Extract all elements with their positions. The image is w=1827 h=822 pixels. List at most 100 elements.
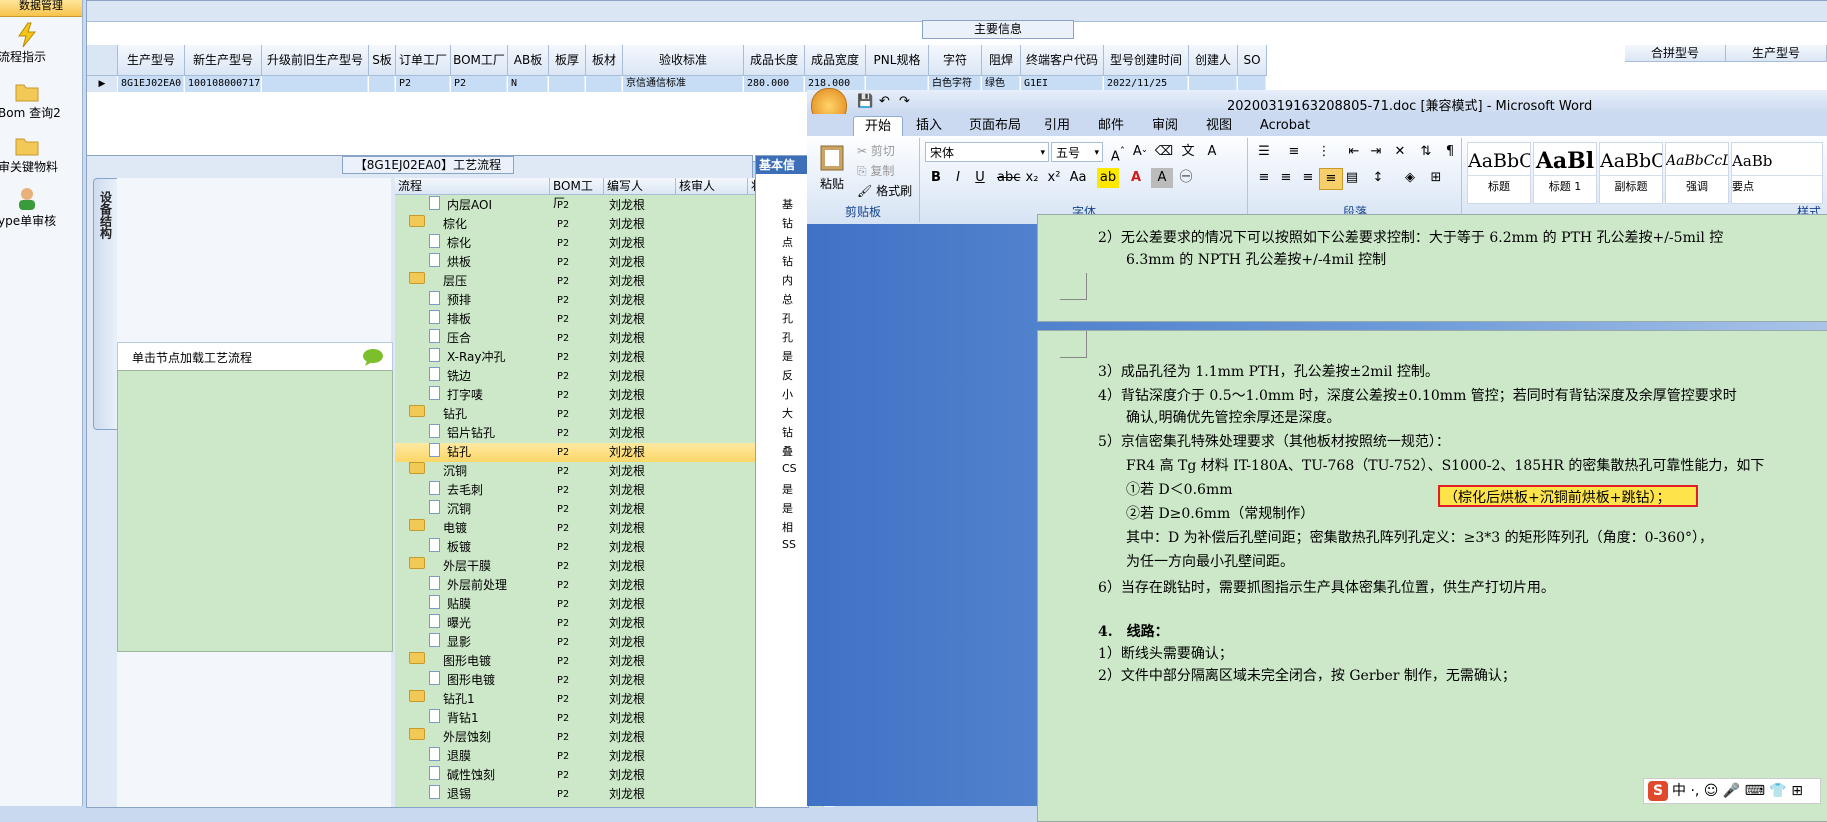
show-marks-icon[interactable]: ¶ [1439,142,1461,162]
document-page-2[interactable]: 3）成品孔径为 1.1mm PTH，孔公差按±2mil 控制。 4）背钻深度介于… [1037,330,1827,822]
table-cell[interactable]: 10010800071714 [185,76,261,92]
bullets-icon[interactable]: ☰ [1253,142,1275,162]
column-header[interactable]: 新生产型号 [185,45,262,76]
subscript-icon[interactable]: x₂ [1021,168,1043,188]
style-emphasis[interactable]: AaBbCcD 强调 [1665,142,1729,204]
table-cell[interactable] [549,76,585,92]
column-header[interactable]: 升级前旧生产型号 [262,45,369,76]
tab-insert[interactable]: 插入 [909,116,949,136]
highlighted-text[interactable]: （棕化后烘板+沉铜前烘板+跳钻）； [1438,485,1698,507]
italic-icon[interactable]: I [947,168,969,188]
table-cell[interactable]: P2 [451,76,507,92]
align-center-icon[interactable]: ≡ [1275,168,1297,188]
font-color-icon[interactable]: A [1125,168,1147,188]
column-header[interactable]: 板厚 [549,45,586,76]
column-header[interactable]: 终端客户代码 [1021,45,1104,76]
nav-header[interactable]: 数据管理 [0,0,82,17]
style-strong[interactable]: AaBb 要点 [1731,142,1823,204]
grow-font-icon[interactable]: Aˆ [1107,142,1129,164]
highlight-icon[interactable]: ab [1097,168,1119,188]
distributed-icon[interactable]: ▤ [1341,168,1363,188]
load-process-button[interactable]: 单击节点加载工艺流程 [117,342,393,372]
table-cell[interactable] [586,76,622,92]
column-header[interactable]: 核审人 [676,178,748,195]
superscript-icon[interactable]: x² [1043,168,1065,188]
tab-home[interactable]: 开始 [853,116,903,137]
decrease-indent-icon[interactable]: ⇤ [1343,142,1365,162]
column-header[interactable]: 合拼型号 [1625,45,1726,62]
column-header[interactable]: 字符 [929,45,982,76]
column-header[interactable]: PNL规格 [866,45,929,76]
strikethrough-icon[interactable]: abc [997,168,1020,188]
column-header[interactable]: 板材 [586,45,623,76]
table-cell[interactable]: 8G1EJ02EA0 [118,76,184,92]
tab-review[interactable]: 审阅 [1145,116,1185,136]
column-header[interactable]: 创建人 [1189,45,1238,76]
table-cell[interactable]: 京信通信标准 [623,76,743,92]
column-header[interactable]: 验收标准 [623,45,744,76]
column-header[interactable]: 成品长度 [744,45,805,76]
table-cell[interactable]: N [508,76,548,92]
table-cell[interactable]: 280.000 [744,76,804,92]
basic-info-title[interactable]: 基本信 [756,156,808,174]
justify-icon[interactable]: ≡ [1319,168,1343,190]
column-header[interactable]: 编写人 [604,178,676,195]
column-header[interactable]: 订单工厂 [396,45,451,76]
copy-button[interactable]: ⎘ 复制 [857,162,894,179]
align-right-icon[interactable]: ≡ [1297,168,1319,188]
tab-mailings[interactable]: 邮件 [1091,116,1131,136]
column-header[interactable]: AB板 [508,45,549,76]
bold-icon[interactable]: B [925,168,947,188]
tab-device-structure[interactable]: 设备结构 [93,178,119,430]
tab-acrobat[interactable]: Acrobat [1253,116,1317,136]
numbering-icon[interactable]: ≡ [1283,142,1305,162]
style-subtitle[interactable]: AaBbC 副标题 [1599,142,1663,204]
paste-button[interactable]: 粘贴 [815,142,849,191]
ime-toolbar[interactable]: S中 ·, ☺ 🎤 ⌨ 👕 ⊞ [1643,778,1821,804]
column-header[interactable]: 流程 [395,178,550,195]
clear-format-icon[interactable]: ⌫ [1153,142,1175,162]
column-header[interactable]: BOM工厂 [451,45,508,76]
column-header[interactable]: 成品宽度 [805,45,866,76]
column-header[interactable]: 阻焊 [982,45,1021,76]
column-header[interactable]: 生产型号 [118,45,185,76]
style-title[interactable]: AaBbC 标题 [1467,142,1531,204]
tab-references[interactable]: 引用 [1037,116,1077,136]
column-header[interactable]: BOM工厂 [550,178,604,210]
style-heading1[interactable]: AaBl 标题 1 [1533,142,1597,204]
increase-indent-icon[interactable]: ⇥ [1365,142,1387,162]
enclose-char-icon[interactable]: ㊀ [1175,168,1197,188]
table-cell[interactable]: P2 [396,76,450,92]
nav-item-bom[interactable]: Bom 查询2 [0,78,82,121]
char-border-icon[interactable]: A [1201,142,1223,162]
save-icon[interactable]: 💾 [857,94,873,109]
font-size-select[interactable]: 五号 ▾ [1051,142,1103,162]
table-cell[interactable] [262,76,368,92]
column-header[interactable]: SO [1238,45,1267,76]
align-left-icon[interactable]: ≡ [1253,168,1275,188]
column-header[interactable]: 型号创建时间 [1104,45,1189,76]
tab-view[interactable]: 视图 [1199,116,1239,136]
phonetic-icon[interactable]: 文 [1177,142,1199,162]
tab-page-layout[interactable]: 页面布局 [963,116,1027,136]
column-header[interactable]: 生产型号 [1726,45,1827,62]
shrink-font-icon[interactable]: Aˇ [1129,142,1151,162]
multilevel-list-icon[interactable]: ⋮ [1313,142,1335,162]
change-case-icon[interactable]: Aa [1067,168,1089,188]
column-header[interactable]: S板 [369,45,396,76]
document-page-1[interactable]: 2）无公差要求的情况下可以按照如下公差要求控制：大于等于 6.2mm 的 PTH… [1037,214,1827,322]
sort-icon[interactable]: ⇅ [1415,142,1437,162]
format-painter-button[interactable]: 🖌 格式刷 [857,182,912,199]
char-shading-icon[interactable]: A [1151,168,1173,188]
nav-item-material[interactable]: 审关键物料 [0,132,82,175]
nav-item-review[interactable]: ype单审核 [0,186,82,229]
shading-icon[interactable]: ◈ [1399,168,1421,188]
undo-icon[interactable]: ↶ [879,94,890,109]
nav-item-flow[interactable]: 流程指示 [0,22,82,65]
font-name-select[interactable]: 宋体 ▾ [925,142,1049,162]
underline-icon[interactable]: U [969,168,991,188]
line-spacing-icon[interactable]: ↕ [1367,168,1389,188]
redo-icon[interactable]: ↷ [899,94,910,109]
table-cell[interactable] [369,76,395,92]
chinese-layout-icon[interactable]: ✕ [1389,142,1411,162]
